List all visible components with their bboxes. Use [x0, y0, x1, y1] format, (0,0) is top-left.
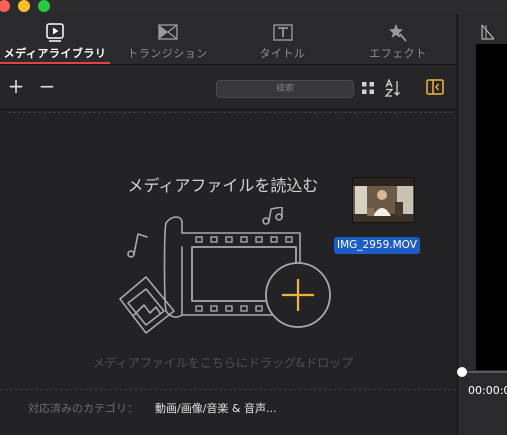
- effect-icon: [389, 24, 407, 42]
- video-preview[interactable]: [476, 44, 507, 370]
- supported-categories-label: 対応済みのカテゴリ：: [28, 402, 138, 415]
- supported-categories-value: 動画/画像/音楽 & 音声...: [155, 402, 277, 415]
- tab-label: メディアライブラリ: [3, 47, 107, 60]
- transition-icon: [157, 24, 178, 40]
- aspect-ratio-icon[interactable]: [481, 24, 495, 40]
- add-media-button[interactable]: +: [6, 75, 26, 97]
- tab-label: タイトル: [259, 47, 306, 60]
- active-tab-indicator: [0, 62, 110, 64]
- tab-media-library[interactable]: メディアライブラリ: [0, 14, 110, 64]
- timecode-display: 00:00:0: [468, 384, 507, 397]
- tab-transition[interactable]: トランジション: [110, 14, 225, 64]
- dragged-file-name: IMG_2959.MOV: [334, 237, 420, 254]
- drop-area-border: [8, 112, 452, 113]
- zoom-window-button[interactable]: [38, 0, 50, 12]
- tab-label: トランジション: [127, 47, 208, 60]
- window-titlebar: [0, 0, 507, 14]
- media-library-icon: [46, 23, 64, 42]
- sort-icon[interactable]: [384, 79, 402, 97]
- tab-title[interactable]: タイトル: [225, 14, 340, 64]
- video-thumbnail-image: [353, 178, 414, 222]
- remove-media-button[interactable]: −: [37, 75, 57, 97]
- close-window-button[interactable]: [0, 0, 10, 12]
- tab-effect[interactable]: エフェクト: [340, 14, 456, 64]
- title-icon: [272, 24, 293, 41]
- drop-area-border: [0, 389, 456, 390]
- media-import-illustration[interactable]: [116, 207, 338, 345]
- tab-label: エフェクト: [369, 47, 427, 60]
- media-drop-area[interactable]: メディアファイルを読込む メディアファイルをこちらにドラッグ&ドロップ 対応済み…: [0, 110, 456, 435]
- panel-toggle-icon[interactable]: [426, 78, 444, 96]
- dragged-file-thumbnail[interactable]: [352, 177, 415, 223]
- grid-view-icon[interactable]: [362, 82, 374, 94]
- media-toolbar: + − 検索: [0, 65, 456, 110]
- playback-scrubber-handle[interactable]: [457, 367, 467, 377]
- drop-hint: メディアファイルをこちらにドラッグ&ドロップ: [92, 356, 354, 370]
- minimize-window-button[interactable]: [18, 0, 30, 12]
- search-input[interactable]: 検索: [216, 80, 354, 98]
- playback-scrubber-track[interactable]: [462, 371, 507, 373]
- tab-bar: メディアライブラリ トランジション タイトル エフェクト: [0, 14, 456, 65]
